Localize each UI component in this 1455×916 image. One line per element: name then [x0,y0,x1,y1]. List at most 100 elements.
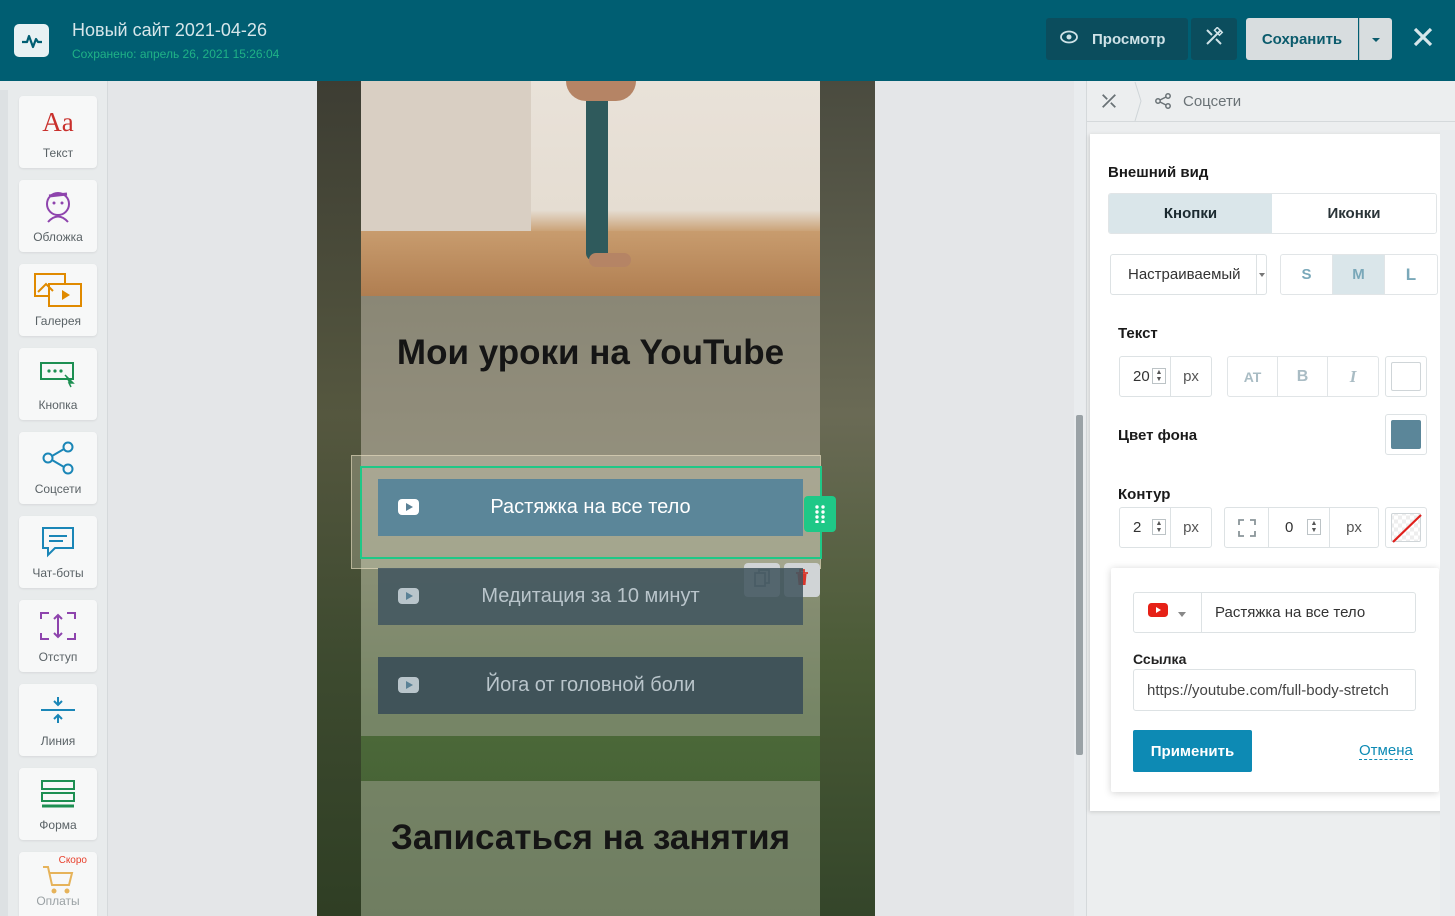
style-preset-select[interactable]: Настраиваемый [1110,254,1267,295]
border-title: Контур [1118,486,1171,503]
canvas-scrollbar[interactable] [1074,81,1086,916]
border-radius-field[interactable]: 0 ▲ ▼ px [1224,507,1379,548]
tool-payments[interactable]: Скоро Оплаты [19,852,97,916]
tool-form[interactable]: Форма [19,768,97,840]
color-swatch [1391,362,1421,391]
stepper-icon[interactable]: ▲ ▼ [1152,368,1166,384]
save-button[interactable]: Сохранить [1246,18,1358,60]
preset-value: Настраиваемый [1128,266,1241,283]
color-swatch [1391,420,1421,449]
line-icon [19,692,97,728]
tool-label: Кнопка [38,398,78,412]
site-title[interactable]: Новый сайт 2021-04-26 [72,20,267,41]
chevron-down-icon [1371,30,1381,48]
social-button-1[interactable]: Растяжка на все тело [378,479,803,536]
border-width-field[interactable]: 2 ▲ ▼ px [1119,507,1212,548]
cover-photo[interactable] [361,81,820,296]
bg-color-picker[interactable] [1385,414,1427,455]
preview-button[interactable]: Просмотр [1046,18,1188,60]
tool-text[interactable]: Aa Текст [19,96,97,168]
youtube-icon [398,677,419,693]
tab-buttons[interactable]: Кнопки [1109,194,1272,233]
tool-spacing[interactable]: Отступ [19,600,97,672]
tools-icon [1204,25,1224,52]
toolbar-scrollbar[interactable] [0,90,8,916]
tool-label: Обложка [33,230,83,244]
youtube-icon [398,499,419,515]
no-color-swatch [1391,513,1422,543]
size-m-button[interactable]: M [1333,255,1385,294]
breadcrumb: Соцсети [1087,81,1455,122]
social-settings-card: Внешний вид Кнопки Иконки Настраиваемый … [1090,134,1455,811]
cart-icon [19,862,97,898]
youtube-icon [1148,603,1168,622]
close-icon [1412,26,1434,53]
youtube-icon [398,588,419,604]
font-size-value: 20 [1133,368,1150,385]
top-bar: Новый сайт 2021-04-26 Сохранено: апрель … [0,0,1455,81]
spacing-icon [19,608,97,644]
tool-line[interactable]: Линия [19,684,97,756]
border-color-picker[interactable] [1385,507,1427,548]
border-width-value: 2 [1133,519,1142,536]
drag-handle-icon[interactable] [804,496,836,532]
uppercase-button[interactable]: AT [1228,357,1278,396]
size-selector: S M L [1280,254,1438,295]
tools-icon[interactable] [1087,81,1131,122]
tool-chatbots[interactable]: Чат-боты [19,516,97,588]
app-logo-icon[interactable] [14,24,49,57]
page-preview: Мои уроки на YouTube Растяжка на все тел… [317,81,875,916]
block-heading[interactable]: Мои уроки на YouTube [361,329,820,377]
tool-button[interactable]: Кнопка [19,348,97,420]
social-button-2[interactable]: Медитация за 10 минут [378,568,803,625]
cover-icon [19,188,97,224]
appearance-title: Внешний вид [1108,164,1209,181]
stepper-icon[interactable]: ▲ ▼ [1152,519,1166,535]
size-l-button[interactable]: L [1385,255,1437,294]
design-tools-button[interactable] [1191,18,1237,60]
tool-label: Форма [39,818,77,832]
preview-label: Просмотр [1092,30,1166,48]
text-color-picker[interactable] [1385,356,1427,397]
button-title-input[interactable]: Растяжка на все тело [1202,592,1416,633]
button-icon [19,356,97,392]
tool-label: Линия [40,734,76,748]
tool-cover[interactable]: Обложка [19,180,97,252]
tool-label: Текст [42,146,74,160]
link-label: Ссылка [1133,651,1187,667]
tab-icons[interactable]: Иконки [1272,194,1436,233]
link-url-input[interactable]: https://youtube.com/full-body-stretch [1133,669,1416,711]
scrollbar-thumb[interactable] [1076,415,1083,755]
settings-panel: Соцсети Внешний вид Кнопки Иконки Настра… [1086,81,1455,916]
link-editor-popup: Растяжка на все тело Ссылка https://yout… [1111,568,1439,792]
tool-label: Отступ [38,650,78,664]
social-button-label: Медитация за 10 минут [481,585,700,607]
close-button[interactable] [1408,24,1438,54]
unit-label: px [1329,508,1378,547]
cancel-link[interactable]: Отмена [1359,742,1413,760]
font-size-field[interactable]: 20 ▲ ▼ px [1119,356,1212,397]
social-button-3[interactable]: Йога от головной боли [378,657,803,714]
tool-social[interactable]: Соцсети [19,432,97,504]
gallery-icon [19,272,97,308]
network-select[interactable] [1133,592,1202,633]
apply-button[interactable]: Применить [1133,730,1252,772]
italic-button[interactable]: I [1328,357,1378,396]
social-button-label: Йога от головной боли [485,674,696,696]
save-options-button[interactable] [1359,18,1392,60]
chevron-down-icon [1178,604,1186,622]
bold-button[interactable]: B [1278,357,1328,396]
tool-label: Чат-боты [32,566,84,580]
text-icon: Aa [42,106,74,137]
stepper-icon[interactable]: ▲ ▼ [1307,519,1321,535]
chevron-right-icon [1131,81,1145,122]
breadcrumb-current[interactable]: Соцсети [1183,93,1241,110]
eye-icon [1060,30,1078,48]
tool-gallery[interactable]: Галерея [19,264,97,336]
border-radius-value: 0 [1285,519,1294,536]
panel-scrollbar[interactable] [1440,130,1455,916]
block-heading[interactable]: Записаться на занятия [361,814,820,862]
size-s-button[interactable]: S [1281,255,1333,294]
form-icon [19,776,97,812]
chevron-down-icon [1256,255,1266,294]
